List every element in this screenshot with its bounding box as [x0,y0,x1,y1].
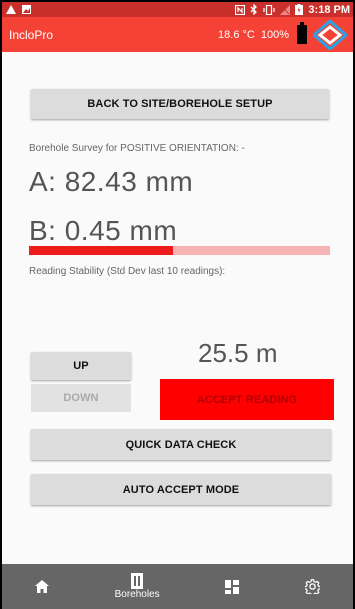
battery-icon [297,22,307,44]
inclopro-diamond-logo-icon [313,19,347,50]
app-bar-right: 18.6 °C 100% [218,19,347,50]
nav-grid[interactable] [225,579,240,594]
nav-settings[interactable] [305,579,321,594]
stability-bar-fill [29,246,174,255]
status-right: 3:18 PM [235,4,353,16]
app-title: IncloPro [9,27,54,42]
app-bar: IncloPro 18.6 °C 100% [2,17,353,52]
gear-icon [305,579,321,594]
accept-reading-button[interactable]: ACCEPT READING [160,379,334,420]
nav-boreholes[interactable]: Boreholes [115,573,160,600]
status-left [2,5,31,14]
reading-b-value: B: 0.45 mm [29,215,178,246]
up-button[interactable]: UP [31,352,131,380]
stability-bar [29,246,330,255]
main-content: BACK TO SITE/BOREHOLE SETUP Borehole Sur… [2,52,353,564]
survey-orientation-label: Borehole Survey for POSITIVE ORIENTATION… [29,143,245,154]
nav-home[interactable] [34,580,49,593]
bottom-navigation: Boreholes [2,564,353,609]
status-time: 3:18 PM [308,3,350,16]
back-to-setup-button[interactable]: BACK TO SITE/BOREHOLE SETUP [31,89,329,119]
nfc-icon [235,4,246,15]
down-button[interactable]: DOWN [31,384,131,412]
nav-boreholes-label: Boreholes [114,589,160,600]
no-sim-icon [280,4,291,15]
depth-value: 25.5 m [198,338,278,368]
grid-icon [225,579,240,594]
auto-accept-mode-button[interactable]: AUTO ACCEPT MODE [31,474,331,505]
reading-a-value: A: 82.43 mm [29,166,194,197]
battery-percent: 100% [260,28,289,41]
phone-screen: 3:18 PM IncloPro 18.6 °C 100% BACK TO SI… [0,0,355,609]
borehole-icon [131,573,144,589]
status-bar: 3:18 PM [2,2,353,17]
bluetooth-icon [250,4,258,15]
temperature-readout: 18.6 °C [218,28,255,41]
image-icon [22,5,31,14]
vibrate-icon [263,4,276,15]
battery-charging-icon [295,4,304,15]
home-icon [34,580,49,593]
stability-label: Reading Stability (Std Dev last 10 readi… [29,266,226,277]
quick-data-check-button[interactable]: QUICK DATA CHECK [31,429,331,460]
warning-icon [6,5,16,14]
